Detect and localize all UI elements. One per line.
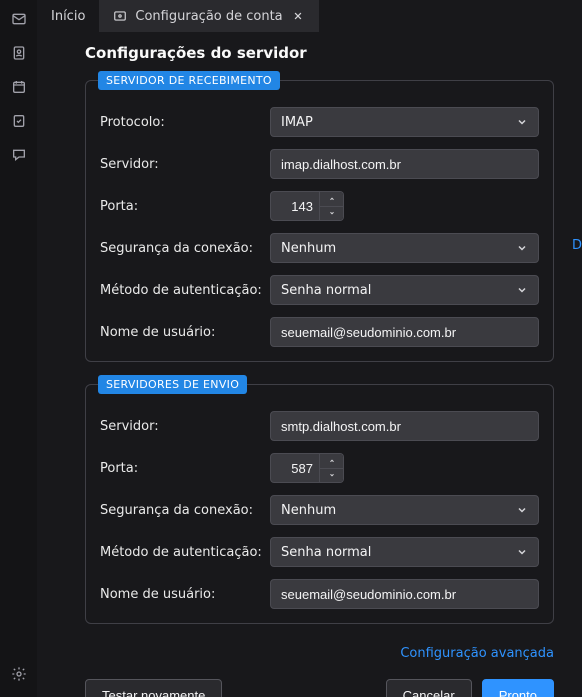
incoming-port-input[interactable] bbox=[270, 191, 320, 221]
outgoing-port-label: Porta: bbox=[100, 461, 270, 476]
incoming-legend: SERVIDOR DE RECEBIMENTO bbox=[98, 71, 280, 90]
outgoing-legend: SERVIDORES DE ENVIO bbox=[98, 375, 247, 394]
incoming-server-label: Servidor: bbox=[100, 157, 270, 172]
outgoing-user-label: Nome de usuário: bbox=[100, 587, 270, 602]
outgoing-server-label: Servidor: bbox=[100, 419, 270, 434]
outgoing-port-field[interactable] bbox=[277, 454, 313, 482]
advanced-config-link[interactable]: Configuração avançada bbox=[400, 646, 554, 661]
advanced-config-row: Configuração avançada bbox=[85, 646, 554, 661]
incoming-server-field[interactable] bbox=[281, 150, 528, 178]
retest-button[interactable]: Testar novamente bbox=[85, 679, 222, 697]
settings-gear-icon[interactable] bbox=[10, 665, 28, 683]
calendar-icon[interactable] bbox=[10, 78, 28, 96]
incoming-server-section: SERVIDOR DE RECEBIMENTO Protocolo: IMAP … bbox=[85, 80, 554, 362]
cancel-button[interactable]: Cancelar bbox=[386, 679, 472, 697]
outgoing-server-field[interactable] bbox=[281, 412, 528, 440]
protocol-label: Protocolo: bbox=[100, 115, 270, 130]
outgoing-user-field[interactable] bbox=[281, 580, 528, 608]
tab-settings-label: Configuração de conta bbox=[135, 9, 282, 24]
incoming-security-label: Segurança da conexão: bbox=[100, 241, 270, 256]
incoming-port-label: Porta: bbox=[100, 199, 270, 214]
incoming-security-select[interactable]: Nenhum bbox=[270, 233, 539, 263]
actions-row: Testar novamente Cancelar Pronto bbox=[85, 679, 554, 697]
page-title: Configurações do servidor bbox=[85, 44, 554, 62]
outgoing-security-value: Nenhum bbox=[281, 503, 336, 518]
chevron-down-icon bbox=[516, 242, 528, 254]
mail-icon[interactable] bbox=[10, 10, 28, 28]
tab-home-label: Início bbox=[51, 9, 85, 24]
incoming-auth-value: Senha normal bbox=[281, 283, 371, 298]
outgoing-server-input[interactable] bbox=[270, 411, 539, 441]
outgoing-port-up[interactable] bbox=[320, 454, 343, 469]
chevron-down-icon bbox=[516, 504, 528, 516]
close-tab-icon[interactable] bbox=[291, 9, 305, 23]
incoming-user-input[interactable] bbox=[270, 317, 539, 347]
address-book-icon[interactable] bbox=[10, 44, 28, 62]
tab-home[interactable]: Início bbox=[37, 0, 99, 32]
outgoing-auth-value: Senha normal bbox=[281, 545, 371, 560]
incoming-port-down[interactable] bbox=[320, 207, 343, 221]
outgoing-server-section: SERVIDORES DE ENVIO Servidor: Porta: bbox=[85, 384, 554, 624]
tab-bar: Início Configuração de conta bbox=[37, 0, 582, 32]
outgoing-security-label: Segurança da conexão: bbox=[100, 503, 270, 518]
outgoing-auth-select[interactable]: Senha normal bbox=[270, 537, 539, 567]
incoming-security-value: Nenhum bbox=[281, 241, 336, 256]
incoming-port-spinner bbox=[320, 191, 344, 221]
outgoing-auth-label: Método de autenticação: bbox=[100, 545, 270, 560]
tab-account-settings[interactable]: Configuração de conta bbox=[99, 0, 318, 32]
app-sidebar bbox=[0, 0, 37, 697]
incoming-user-label: Nome de usuário: bbox=[100, 325, 270, 340]
chevron-down-icon bbox=[516, 546, 528, 558]
incoming-port-field[interactable] bbox=[277, 192, 313, 220]
incoming-auth-select[interactable]: Senha normal bbox=[270, 275, 539, 305]
outgoing-port-down[interactable] bbox=[320, 469, 343, 483]
outgoing-port-input[interactable] bbox=[270, 453, 320, 483]
protocol-select[interactable]: IMAP bbox=[270, 107, 539, 137]
incoming-server-input[interactable] bbox=[270, 149, 539, 179]
chevron-down-icon bbox=[516, 284, 528, 296]
content-pane: Configurações do servidor SERVIDOR DE RE… bbox=[37, 32, 582, 697]
chevron-down-icon bbox=[516, 116, 528, 128]
outgoing-user-input[interactable] bbox=[270, 579, 539, 609]
incoming-user-field[interactable] bbox=[281, 318, 528, 346]
incoming-port-up[interactable] bbox=[320, 192, 343, 207]
tasks-icon[interactable] bbox=[10, 112, 28, 130]
chat-icon[interactable] bbox=[10, 146, 28, 164]
done-button[interactable]: Pronto bbox=[482, 679, 554, 697]
right-edge-text: D bbox=[572, 238, 582, 253]
outgoing-security-select[interactable]: Nenhum bbox=[270, 495, 539, 525]
protocol-value: IMAP bbox=[281, 115, 313, 130]
incoming-auth-label: Método de autenticação: bbox=[100, 283, 270, 298]
outgoing-port-spinner bbox=[320, 453, 344, 483]
account-settings-icon bbox=[113, 9, 127, 23]
